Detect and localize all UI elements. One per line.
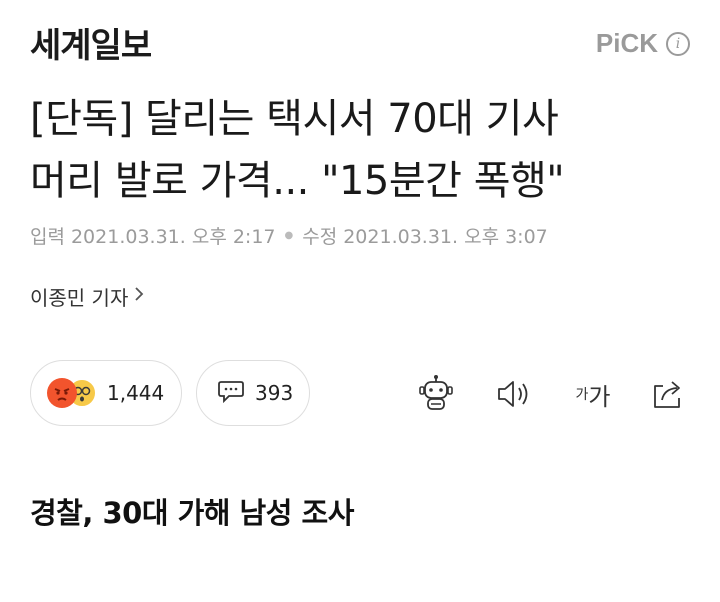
headline-line-1: [단독] 달리는 택시서 70대 기사 bbox=[30, 96, 559, 142]
separator-dot: ● bbox=[284, 230, 294, 241]
reporter-link[interactable]: 이종민 기자 bbox=[30, 282, 144, 311]
reactions-button[interactable]: 1,444 bbox=[30, 360, 182, 426]
audio-button[interactable] bbox=[492, 372, 536, 416]
speaker-icon bbox=[494, 376, 534, 412]
pick-label: PiCK bbox=[595, 28, 658, 58]
comment-icon bbox=[217, 378, 245, 408]
reaction-count: 1,444 bbox=[107, 381, 165, 405]
headline-line-2: 머리 발로 가격... "15분간 폭행" bbox=[30, 158, 565, 204]
comments-button[interactable]: 393 bbox=[196, 360, 310, 426]
input-label: 입력 bbox=[30, 226, 65, 248]
modified-label: 수정 bbox=[302, 226, 338, 248]
article-meta: 입력 2021.03.31. 오후 2:17 ● 수정 2021.03.31. … bbox=[30, 222, 548, 249]
share-icon bbox=[649, 376, 687, 412]
angry-emoji-icon bbox=[47, 378, 77, 408]
article-headline: [단독] 달리는 택시서 70대 기사 머리 발로 가격... "15분간 폭행… bbox=[30, 88, 690, 212]
article-subhead: 경찰, 30대 가해 남성 조사 bbox=[30, 496, 354, 530]
action-bar: 1,444 393 가 가 bbox=[0, 358, 720, 428]
font-size-large-label: 가 bbox=[588, 382, 611, 411]
header: 세계일보 PiCK i bbox=[0, 0, 720, 80]
font-size-button[interactable]: 가가 bbox=[568, 372, 618, 416]
input-time: 2021.03.31. 오후 2:17 bbox=[70, 226, 276, 248]
reporter-name: 이종민 기자 bbox=[30, 286, 129, 310]
font-size-small-label: 가 bbox=[575, 387, 589, 403]
brand-logo[interactable]: 세계일보 bbox=[30, 18, 152, 67]
modified-time: 2021.03.31. 오후 3:07 bbox=[343, 226, 548, 248]
chevron-right-icon bbox=[134, 286, 144, 307]
tts-robot-button[interactable] bbox=[414, 372, 458, 416]
pick-badge[interactable]: PiCK i bbox=[596, 28, 690, 59]
share-button[interactable] bbox=[646, 372, 690, 416]
info-icon[interactable]: i bbox=[666, 31, 690, 56]
robot-icon bbox=[416, 374, 456, 414]
comment-count: 393 bbox=[255, 381, 294, 405]
